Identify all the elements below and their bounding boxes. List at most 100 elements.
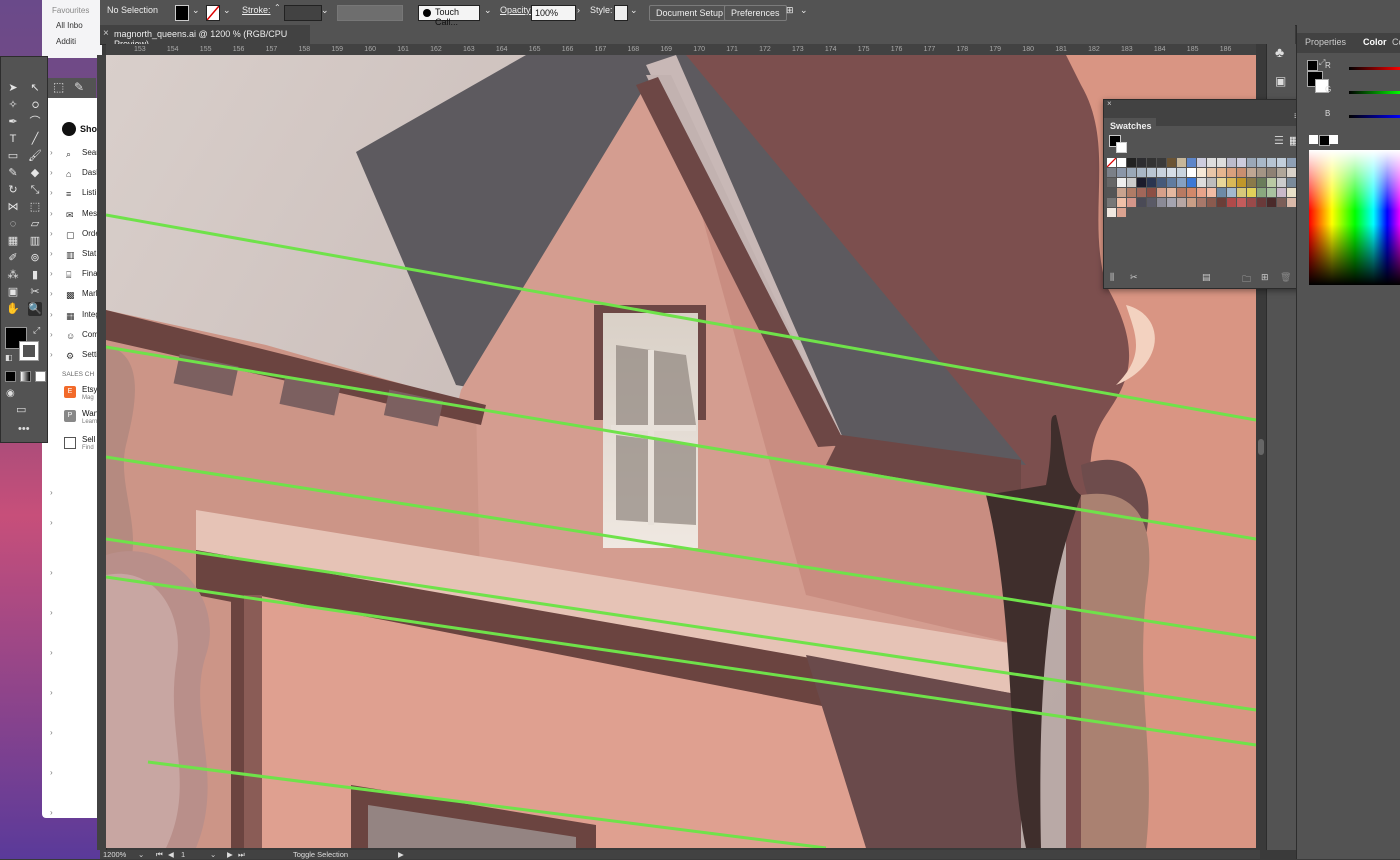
color-swatch[interactable] — [1187, 188, 1196, 197]
column-graph-tool-icon[interactable]: ▮ — [28, 268, 42, 282]
shop-chevron-icon[interactable]: › — [50, 768, 53, 777]
new-color-group-icon[interactable]: 🗀 — [1242, 272, 1251, 288]
gradient-mode-icon[interactable] — [20, 371, 31, 382]
color-swatch[interactable] — [1227, 198, 1236, 207]
color-swatch[interactable] — [1137, 168, 1146, 177]
pin-icon[interactable]: ✎ — [74, 80, 84, 94]
color-swatch[interactable] — [1157, 198, 1166, 207]
color-swatch[interactable] — [1287, 198, 1296, 207]
color-swatch[interactable] — [1197, 178, 1206, 187]
tab-properties[interactable]: Properties — [1305, 37, 1346, 47]
color-swatch[interactable] — [1267, 188, 1276, 197]
color-swatch[interactable] — [1107, 168, 1116, 177]
perspective-grid-tool-icon[interactable]: ▱ — [28, 217, 42, 231]
color-swatch[interactable] — [1157, 168, 1166, 177]
opacity-arrow-icon[interactable]: › — [577, 5, 580, 15]
color-swatch[interactable] — [1207, 168, 1216, 177]
color-swatch[interactable] — [1227, 188, 1236, 197]
preferences-button[interactable]: Preferences — [724, 5, 787, 21]
tab-color-guide[interactable]: Co — [1392, 37, 1400, 47]
color-swatch[interactable] — [1177, 158, 1186, 167]
color-swatch[interactable] — [1117, 178, 1126, 187]
color-swatch[interactable] — [1167, 198, 1176, 207]
hand-tool-icon[interactable]: ✋ — [6, 302, 20, 316]
color-swatch[interactable] — [1277, 168, 1286, 177]
color-mode-icon[interactable] — [5, 371, 16, 382]
type-tool-icon[interactable]: T — [6, 132, 20, 146]
prev-artboard-icon[interactable]: ◀ — [168, 850, 174, 859]
color-swatch[interactable] — [1237, 198, 1246, 207]
eyedropper-tool-icon[interactable]: ✐ — [6, 251, 20, 265]
scale-tool-icon[interactable]: ⤡ — [28, 183, 42, 197]
color-swatch[interactable] — [1277, 178, 1286, 187]
color-swatch[interactable] — [1257, 158, 1266, 167]
color-swatch[interactable] — [1197, 158, 1206, 167]
shop-chevron-icon[interactable]: › — [50, 168, 53, 177]
artboards-icon[interactable]: ▣ — [1275, 74, 1286, 88]
none-mode-icon[interactable] — [35, 371, 46, 382]
shop-chevron-icon[interactable]: › — [50, 808, 53, 817]
zoom-chevron-icon[interactable]: ⌄ — [138, 850, 144, 859]
color-swatch[interactable] — [1237, 158, 1246, 167]
arrange-chevron-icon[interactable]: ⌄ — [800, 5, 808, 16]
slider-r[interactable] — [1349, 67, 1400, 70]
pen-tool-icon[interactable]: ✒ — [6, 115, 20, 129]
list-view-icon[interactable]: ☰ — [1274, 134, 1284, 147]
lasso-tool-icon[interactable]: ഠ — [28, 98, 42, 112]
color-swatch[interactable] — [1277, 188, 1286, 197]
color-swatch[interactable] — [1117, 168, 1126, 177]
color-swatch[interactable] — [1187, 168, 1196, 177]
swatch-libraries-icon[interactable]: ⫼ — [1110, 272, 1114, 283]
channel-wan[interactable]: Wan — [82, 409, 98, 418]
color-swatch[interactable] — [1237, 168, 1246, 177]
shop-chevron-icon[interactable]: › — [50, 229, 53, 238]
width-tool-icon[interactable]: ⋈ — [6, 200, 20, 214]
color-swatch[interactable] — [1227, 178, 1236, 187]
swatch-kind-icon[interactable]: ✂ — [1130, 272, 1138, 283]
artboard-chevron-icon[interactable]: ⌄ — [210, 850, 216, 859]
color-swatch[interactable] — [1277, 198, 1286, 207]
selection-tool-icon[interactable]: ➤ — [6, 81, 20, 95]
curvature-tool-icon[interactable]: ⌒ — [28, 115, 42, 129]
color-swatch[interactable] — [1137, 188, 1146, 197]
color-swatch[interactable] — [1187, 158, 1196, 167]
color-swatch[interactable] — [1217, 198, 1226, 207]
vertical-scrollbar-thumb[interactable] — [1258, 439, 1264, 455]
color-swatch[interactable] — [1177, 178, 1186, 187]
shop-chevron-icon[interactable]: › — [50, 209, 53, 218]
color-swatch[interactable] — [1127, 198, 1136, 207]
variable-width-profile[interactable] — [337, 5, 403, 21]
none-color-chip[interactable] — [1309, 135, 1318, 144]
color-spectrum[interactable] — [1309, 150, 1400, 285]
color-swatch[interactable] — [1287, 158, 1296, 167]
free-transform-icon[interactable]: ⬚ — [53, 80, 64, 94]
color-swatch[interactable] — [1197, 188, 1206, 197]
shop-chevron-icon[interactable]: › — [50, 518, 53, 527]
color-swatch[interactable] — [1107, 158, 1116, 167]
color-swatch[interactable] — [1177, 168, 1186, 177]
status-arrow-icon[interactable]: ▶ — [398, 850, 404, 859]
white-color-chip[interactable] — [1329, 135, 1338, 144]
color-swatch[interactable] — [1167, 168, 1176, 177]
color-swatch[interactable] — [1137, 198, 1146, 207]
shop-chevron-icon[interactable]: › — [50, 269, 53, 278]
brush-definition[interactable]: Touch Call... — [418, 5, 480, 27]
free-transform-tool-icon[interactable]: ⬚ — [28, 200, 42, 214]
color-swatch[interactable] — [1107, 198, 1116, 207]
shop-chevron-icon[interactable]: › — [50, 330, 53, 339]
color-swatch[interactable] — [1267, 178, 1276, 187]
channel-etsy[interactable]: Etsy — [82, 385, 98, 394]
slider-b[interactable] — [1349, 115, 1400, 118]
stroke-swatch-none-icon[interactable] — [206, 5, 220, 21]
color-swatch[interactable] — [1247, 168, 1256, 177]
stroke-weight-chevron-icon[interactable]: ⌄ — [321, 5, 329, 16]
shop-chevron-icon[interactable]: › — [50, 289, 53, 298]
stroke-dropdown-chevron-icon[interactable]: ⌄ — [223, 5, 231, 16]
color-swatch[interactable] — [1157, 158, 1166, 167]
color-swatch[interactable] — [1187, 198, 1196, 207]
color-swatch[interactable] — [1137, 158, 1146, 167]
club-symbol-icon[interactable]: ♣ — [1275, 44, 1284, 60]
swatches-close-icon[interactable]: × — [1107, 99, 1112, 108]
color-swatch[interactable] — [1247, 198, 1256, 207]
color-swatch[interactable] — [1287, 188, 1296, 197]
